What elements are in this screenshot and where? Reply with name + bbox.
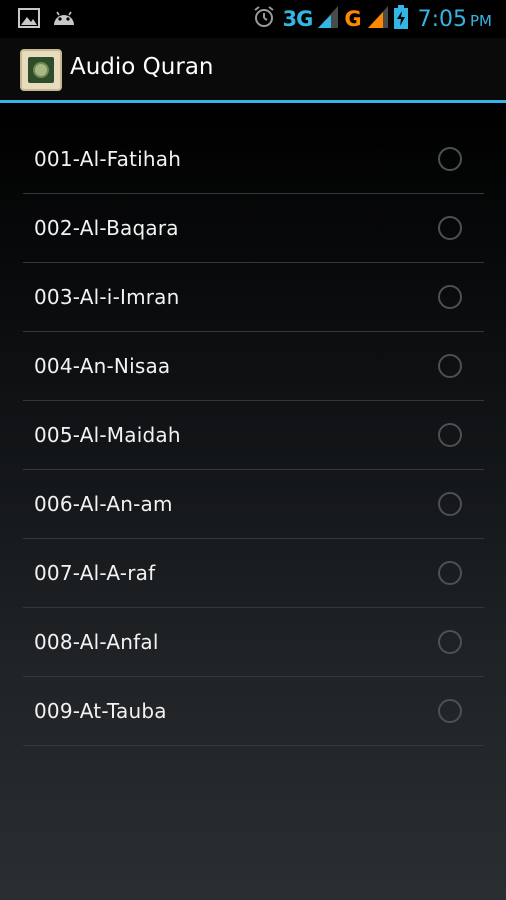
list-item[interactable]: 001-Al-Fatihah (23, 125, 484, 194)
status-left-icons (18, 8, 76, 32)
surah-label: 006-Al-An-am (34, 492, 173, 516)
surah-label: 001-Al-Fatihah (34, 147, 182, 171)
surah-label: 007-Al-A-raf (34, 561, 156, 585)
clock: 7:05 PM (418, 7, 492, 32)
alarm-icon (252, 5, 276, 33)
action-bar: Audio Quran (0, 38, 506, 100)
battery-charging-icon (393, 5, 408, 33)
list-item[interactable]: 006-Al-An-am (23, 470, 484, 539)
surah-label: 008-Al-Anfal (34, 630, 159, 654)
surah-label: 009-At-Tauba (34, 699, 167, 723)
list-item[interactable]: 004-An-Nisaa (23, 332, 484, 401)
list-item[interactable]: 003-Al-i-Imran (23, 263, 484, 332)
radio-button[interactable] (438, 630, 462, 654)
radio-button[interactable] (438, 699, 462, 723)
radio-button[interactable] (438, 492, 462, 516)
android-icon (52, 9, 76, 31)
radio-button[interactable] (438, 147, 462, 171)
network-g-label: G (344, 7, 362, 31)
radio-button[interactable] (438, 561, 462, 585)
signal-icon (367, 6, 388, 32)
radio-button[interactable] (438, 285, 462, 309)
radio-button[interactable] (438, 423, 462, 447)
image-icon (18, 8, 40, 32)
radio-button[interactable] (438, 216, 462, 240)
radio-button[interactable] (438, 354, 462, 378)
surah-label: 005-Al-Maidah (34, 423, 181, 447)
app-icon-emblem (33, 62, 49, 78)
surah-label: 004-An-Nisaa (34, 354, 171, 378)
list-item[interactable]: 008-Al-Anfal (23, 608, 484, 677)
status-right-icons: 3G G 7:05 PM (252, 4, 492, 34)
surah-list: 001-Al-Fatihah 002-Al-Baqara 003-Al-i-Im… (23, 125, 484, 746)
app-title: Audio Quran (70, 54, 214, 80)
status-bar: 3G G 7:05 PM (0, 0, 506, 38)
signal-icon (318, 6, 339, 32)
surah-label: 003-Al-i-Imran (34, 285, 180, 309)
list-item[interactable]: 009-At-Tauba (23, 677, 484, 746)
surah-label: 002-Al-Baqara (34, 216, 179, 240)
clock-ampm: PM (470, 11, 492, 30)
content-area: 001-Al-Fatihah 002-Al-Baqara 003-Al-i-Im… (0, 103, 506, 900)
list-item[interactable]: 007-Al-A-raf (23, 539, 484, 608)
quran-book-icon[interactable] (20, 49, 62, 91)
list-item[interactable]: 005-Al-Maidah (23, 401, 484, 470)
clock-time: 7:05 (417, 6, 467, 32)
network-3g-label: 3G (282, 7, 313, 31)
list-item[interactable]: 002-Al-Baqara (23, 194, 484, 263)
